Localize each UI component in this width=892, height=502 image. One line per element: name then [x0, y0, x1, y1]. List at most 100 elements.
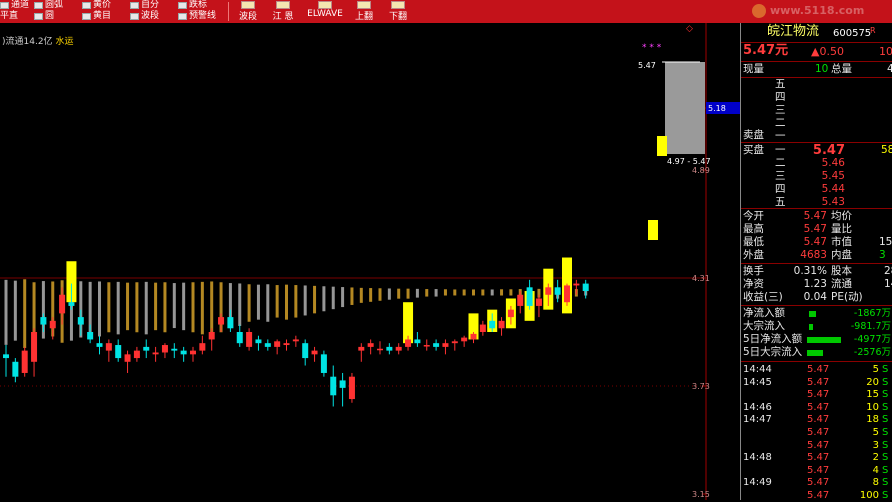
stars-marker: * * *	[642, 43, 662, 53]
toolbar-separator	[228, 2, 229, 21]
candle-body	[292, 339, 299, 342]
toolbar-item-channel[interactable]: 通道 平直	[0, 0, 29, 22]
tick-volume: 100	[859, 490, 879, 501]
stat-label: 均价	[831, 210, 852, 222]
candle-body	[302, 343, 309, 359]
tick-price: 5.47	[807, 439, 830, 451]
candle-body	[283, 343, 290, 346]
buy-level: 二	[775, 157, 786, 169]
range-top-label: 5.47	[638, 61, 656, 70]
flow-label: 5日大宗流入	[743, 346, 803, 358]
stat-value: 0.31%	[793, 265, 827, 277]
candle-body	[40, 317, 47, 325]
candle-body	[320, 354, 327, 373]
candle-body	[489, 320, 496, 329]
wave-band-button[interactable]: 波段	[231, 0, 265, 23]
divider	[741, 263, 892, 264]
alert-line-icon	[178, 13, 187, 20]
gann-button[interactable]: 江 恩	[266, 0, 300, 23]
stat-label: 量比	[831, 223, 852, 235]
candle-body	[451, 341, 458, 344]
toolbar-item-golden[interactable]: 黄价 黄目	[82, 0, 111, 22]
candle-body	[152, 352, 159, 355]
candle-body	[105, 343, 112, 351]
candle-body	[535, 298, 542, 306]
toolbar-item-arc[interactable]: 圆弧 圆	[34, 0, 63, 22]
tick-volume: 10	[866, 401, 879, 413]
volume-bar	[4, 279, 8, 345]
current-volume-value: 10	[815, 63, 829, 75]
candle-body	[348, 376, 355, 400]
stat-value: 5.47	[803, 210, 827, 222]
sell-level: 五	[775, 78, 786, 90]
candle-body	[236, 332, 243, 344]
candle-body	[433, 343, 440, 347]
volume-bar	[266, 284, 270, 322]
candle-body	[554, 287, 561, 295]
candle-body	[21, 350, 28, 373]
candle-body	[367, 343, 374, 347]
stock-suffix: R	[870, 26, 876, 35]
tick-side: S	[882, 414, 889, 426]
volume-bar	[434, 289, 438, 297]
tick-time: 14:44	[743, 364, 772, 375]
volume-bar	[144, 281, 148, 335]
divider	[741, 77, 892, 78]
page-up-button[interactable]: 上翻	[347, 0, 381, 23]
buy-price: 5.46	[821, 157, 845, 169]
candle-body	[405, 339, 412, 347]
stat-label: PE(动)	[831, 291, 863, 303]
tick-price: 5.47	[807, 389, 830, 401]
stat-label: 换手	[743, 265, 764, 277]
tick-volume: 3	[872, 439, 879, 451]
candle-body	[442, 343, 449, 347]
total-volume-value: 4	[887, 63, 892, 75]
candle-body	[526, 287, 533, 306]
candle-body	[311, 350, 318, 355]
candle-body	[59, 294, 66, 314]
volume-bar	[13, 280, 17, 341]
tick-volume: 5	[872, 364, 879, 375]
volume-bar	[154, 282, 158, 331]
candle-body	[87, 332, 94, 340]
tick-side: S	[882, 427, 889, 438]
change-percent: 10	[879, 45, 892, 58]
channel-icon	[0, 2, 9, 9]
volume-bar	[275, 285, 279, 318]
stat-value: 3	[879, 249, 886, 261]
flow-value: -1867万	[853, 308, 891, 319]
buy-level: 三	[775, 170, 786, 182]
volume-bar	[500, 289, 504, 296]
volume-bar	[23, 279, 27, 349]
axis-label: 4.89	[692, 166, 710, 175]
tick-side: S	[882, 364, 889, 375]
tick-volume: 18	[866, 414, 879, 426]
stat-value: 0.04	[803, 291, 827, 303]
tick-side: S	[882, 389, 889, 401]
page-down-button[interactable]: 下翻	[381, 0, 415, 23]
volume-bar	[415, 288, 419, 298]
candle-body	[68, 302, 75, 306]
toolbar: 通道 平直 圆弧 圆 黄价 黄目 自分 波段 跌标 预警线 波段 江 恩 ELW…	[0, 0, 892, 23]
tick-side: S	[882, 477, 889, 489]
volume-bar	[481, 289, 485, 296]
candle-body	[517, 294, 524, 306]
elwave-button[interactable]: ELWAVE	[305, 0, 345, 23]
candle-body	[386, 346, 393, 351]
volume-bar	[116, 281, 120, 335]
tick-price: 5.47	[807, 401, 830, 413]
buy-level: 一	[775, 144, 786, 156]
buy-level: 四	[775, 183, 786, 195]
candle-body	[208, 332, 215, 340]
candle-body	[255, 339, 262, 344]
volume-bar	[98, 281, 101, 337]
candle-body	[423, 345, 430, 347]
volume-bar	[294, 285, 298, 318]
stat-label: 内盘	[831, 249, 852, 261]
kline-chart[interactable]: 5.18 4.89 4.31 3.73 3.15 5.47 4.97 - 5.47 * * *…	[0, 23, 740, 500]
stat-label: 今开	[743, 210, 764, 222]
toolbar-item-alert[interactable]: 跌标 预警线	[178, 0, 216, 22]
current-volume-label: 现量	[743, 63, 764, 75]
tick-price: 5.47	[807, 452, 830, 464]
toolbar-item-wave[interactable]: 自分 波段	[130, 0, 159, 22]
